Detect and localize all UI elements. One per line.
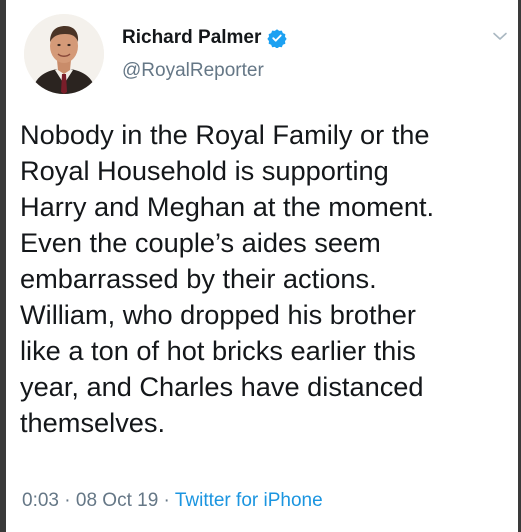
author-row: Richard Palmer <box>122 25 288 51</box>
meta-separator: · <box>163 490 170 511</box>
verified-badge-icon <box>267 28 288 49</box>
tweet-source-link[interactable]: Twitter for iPhone <box>175 490 323 511</box>
tweet-meta: 0:03 · 08 Oct 19 · Twitter for iPhone <box>22 490 323 512</box>
avatar-image <box>24 14 104 94</box>
avatar[interactable] <box>24 14 104 94</box>
chevron-down-icon[interactable] <box>491 27 509 45</box>
author-handle[interactable]: @RoyalReporter <box>122 60 264 82</box>
tweet-text: Nobody in the Royal Family or the Royal … <box>20 119 435 438</box>
meta-separator: · <box>64 490 71 511</box>
display-name[interactable]: Richard Palmer <box>122 27 261 49</box>
tweet-date[interactable]: 08 Oct 19 <box>76 490 158 511</box>
tweet-time[interactable]: 0:03 <box>22 490 59 511</box>
tweet-card: Richard Palmer @RoyalReporter Nobody in … <box>6 0 518 532</box>
